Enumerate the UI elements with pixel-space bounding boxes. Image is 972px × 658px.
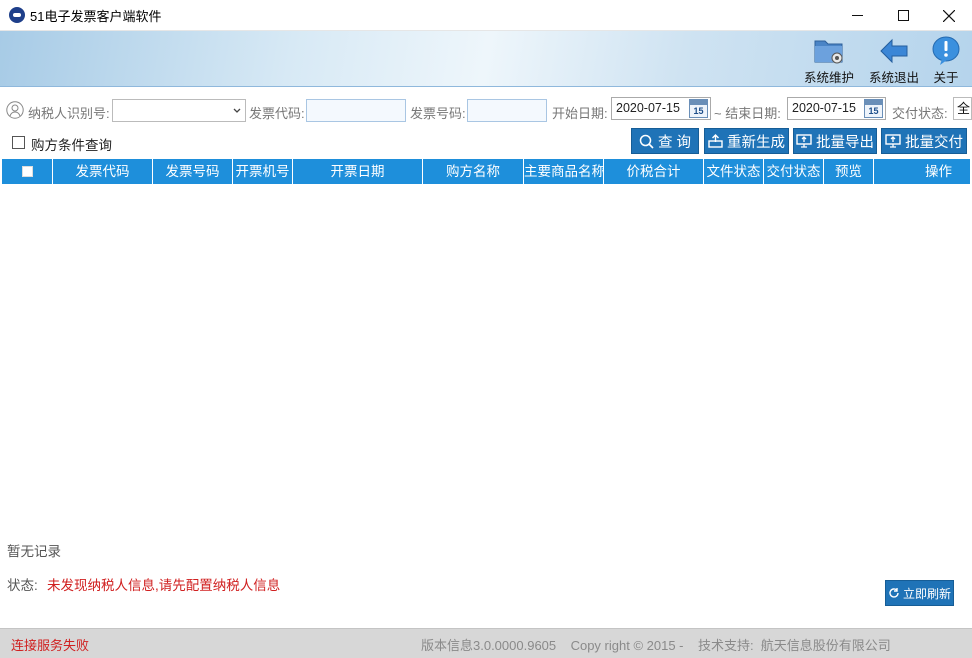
invoice-code-input[interactable] [306,99,406,122]
taxpayer-id-select[interactable] [112,99,246,122]
title-bar: 51电子发票客户端软件 [0,0,972,31]
batch-export-label: 批量导出 [816,134,874,151]
status-bar: 连接服务失败 版本信息3.0.0000.9605 Copy right © 20… [0,628,972,658]
app-logo-icon [9,7,25,23]
column-header[interactable]: 文件状态 [704,159,764,184]
delivery-status-select[interactable]: 全 [953,97,972,120]
end-date-value: 2020-07-15 [792,101,856,115]
query-button[interactable]: 查 询 [631,128,699,154]
batch-deliver-label: 批量交付 [905,134,963,151]
filter-bar: 纳税人识别号: 发票代码: 发票号码: 开始日期: 2020-07-15 15 … [0,96,972,126]
calendar-icon[interactable]: 15 [689,99,708,118]
invoice-table-header: 发票代码 发票号码 开票机号 开票日期 购方名称 主要商品名称 价税合计 文件状… [2,159,970,184]
empty-records-text: 暂无记录 [7,544,61,559]
column-header[interactable]: 开票日期 [293,159,423,184]
start-date-label: 开始日期: [552,106,608,121]
system-maintenance-button[interactable]: 系统维护 [801,35,857,85]
column-header[interactable]: 购方名称 [423,159,524,184]
column-header[interactable]: 操作 [874,159,970,184]
about-button[interactable]: 关于 [918,35,972,85]
arrow-left-icon [880,38,908,64]
connection-status: 连接服务失败 [11,638,90,653]
column-header[interactable]: 发票号码 [153,159,233,184]
invoice-table-body[interactable] [2,184,970,534]
taxpayer-id-label: 纳税人识别号: [28,106,110,121]
end-date-label: ~ 结束日期: [714,106,781,121]
chevron-down-icon [233,108,241,113]
select-all-checkbox[interactable] [2,159,53,184]
info-bubble-icon [932,36,960,65]
close-icon [943,9,955,22]
buyer-condition-label: 购方条件查询 [31,138,112,153]
invoice-number-label: 发票号码: [410,106,466,121]
batch-export-button[interactable]: 批量导出 [793,128,877,154]
buyer-condition-checkbox[interactable] [12,136,25,149]
regenerate-label: 重新生成 [727,134,785,151]
batch-deliver-button[interactable]: 批量交付 [881,128,967,154]
end-date-picker[interactable]: 2020-07-15 15 [787,97,886,120]
window-title: 51电子发票客户端软件 [30,8,162,24]
refresh-now-button[interactable]: 立即刷新 [885,580,954,606]
invoice-number-input[interactable] [467,99,547,122]
checkbox-icon [21,166,33,177]
export-icon [796,134,812,148]
column-header[interactable]: 发票代码 [53,159,153,184]
about-label: 关于 [933,71,959,85]
system-maintenance-label: 系统维护 [803,71,854,85]
action-bar: 购方条件查询 查 询 重新生成 批量导出 批量交付 [0,127,972,157]
column-header[interactable]: 主要商品名称 [524,159,604,184]
system-exit-label: 系统退出 [868,71,919,85]
query-label: 查 询 [657,134,692,151]
delivery-status-label: 交付状态: [892,106,948,121]
regenerate-button[interactable]: 重新生成 [704,128,789,154]
folder-gear-icon [814,40,843,64]
close-button[interactable] [926,0,972,31]
minimize-button[interactable] [834,0,880,31]
user-icon [6,101,24,119]
regenerate-icon [708,134,723,148]
column-header[interactable]: 开票机号 [233,159,293,184]
search-icon [639,134,654,149]
toolbar-banner: 系统维护 系统退出 关于 [0,31,972,87]
column-header[interactable]: 价税合计 [604,159,704,184]
maximize-icon [897,10,909,21]
deliver-icon [885,134,901,148]
invoice-code-label: 发票代码: [249,106,305,121]
start-date-value: 2020-07-15 [616,101,680,115]
column-header[interactable]: 预览 [824,159,874,184]
system-exit-button[interactable]: 系统退出 [866,35,922,85]
calendar-icon[interactable]: 15 [864,99,883,118]
status-message: 未发现纳税人信息,请先配置纳税人信息 [47,578,281,593]
maximize-button[interactable] [880,0,926,31]
status-label: 状态: [7,578,38,593]
version-info: 版本信息3.0.0000.9605 Copy right © 2015 - 技术… [421,638,891,653]
refresh-icon [889,588,899,598]
refresh-now-label: 立即刷新 [902,586,951,601]
column-header[interactable]: 交付状态 [764,159,824,184]
start-date-picker[interactable]: 2020-07-15 15 [611,97,711,120]
minimize-icon [851,15,863,16]
